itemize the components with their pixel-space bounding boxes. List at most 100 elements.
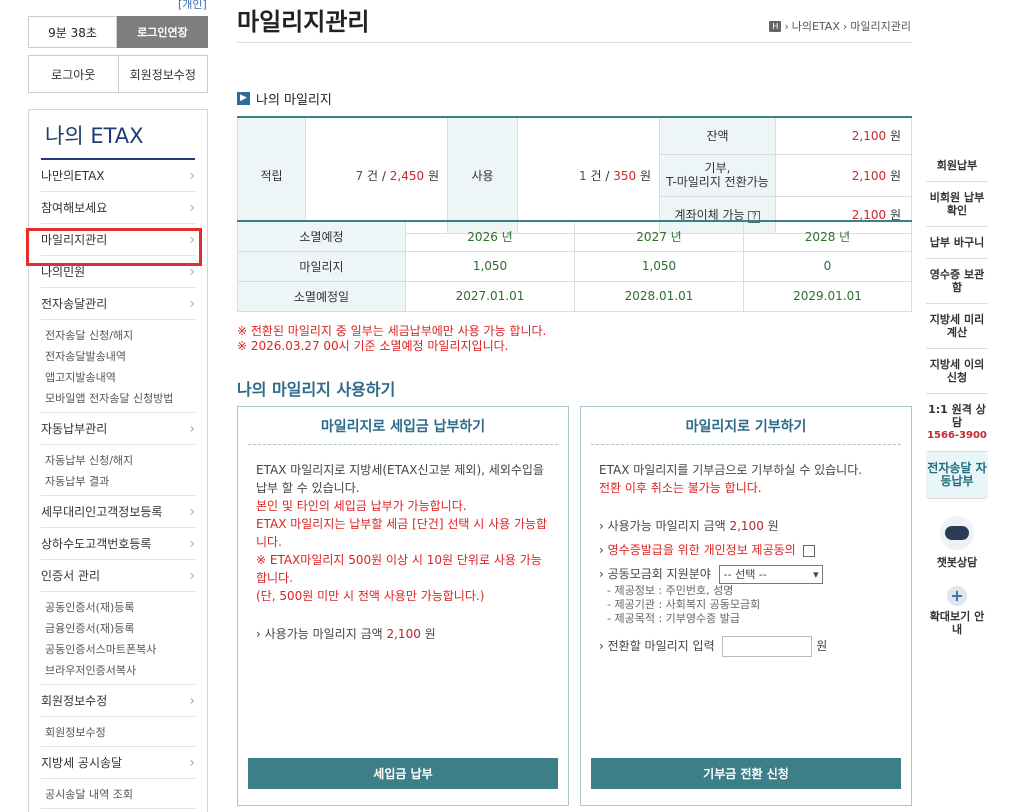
unit-count: 건	[367, 168, 379, 183]
donation-body: ETAX 마일리지를 기부금으로 기부하실 수 있습니다. 전환 이후 취소는 …	[591, 445, 901, 657]
expiry-year-label: 소멸예정	[237, 220, 406, 252]
home-icon[interactable]: H	[769, 20, 782, 32]
sidebar-item-certificate[interactable]: 인증서 관리 ›	[41, 560, 195, 592]
quick-zoom-guide[interactable]: + 확대보기 안내	[926, 586, 988, 645]
donation-title: 마일리지로 기부하기	[591, 407, 901, 445]
sidebar-submenu-auto-pay: 자동납부 신청/해지 자동납부 결과	[41, 445, 195, 496]
sidebar-item-participate[interactable]: 참여해보세요 ›	[41, 192, 195, 224]
sidebar-item-water-customer[interactable]: 상하수도고객번호등록 ›	[41, 528, 195, 560]
field-select-value: -- 선택 --	[723, 568, 767, 581]
chevron-right-icon: ›	[189, 199, 195, 216]
sidebar-item-auto-pay[interactable]: 자동납부관리 ›	[41, 413, 195, 445]
sidebar-submenu-certificate: 공동인증서(재)등록 금융인증서(재)등록 공동인증서스마트폰복사 브라우저인증…	[41, 592, 195, 685]
chevron-right-icon: ›	[189, 420, 195, 437]
donation-desc: 전환 이후 취소는 불가능 합니다.	[599, 481, 762, 495]
available-label: 사용가능 마일리지 금액	[607, 519, 726, 533]
sidebar-item-tax-agent[interactable]: 세무대리인고객정보등록 ›	[41, 496, 195, 528]
title-divider	[237, 42, 912, 43]
donation-box: 마일리지로 기부하기 ETAX 마일리지를 기부금으로 기부하실 수 있습니다.…	[580, 406, 912, 806]
available-label: 사용가능 마일리지 금액	[264, 627, 383, 641]
unit-count: 건	[590, 168, 602, 183]
sidebar-item-complaints[interactable]: 나의민원 ›	[41, 256, 195, 288]
donation-apply-button[interactable]: 기부금 전환 신청	[591, 758, 901, 789]
sidebar-submenu-e-delivery: 전자송달 신청/해지 전자송달발송내역 앱고지발송내역 모바일앱 전자송달 신청…	[41, 320, 195, 413]
sidebar-item-e-delivery[interactable]: 전자송달관리 ›	[41, 288, 195, 320]
convert-label: 전환할 마일리지 입력	[607, 639, 715, 653]
quick-ebill-autopay[interactable]: 전자송달 자동납부	[926, 452, 988, 499]
sidebar-item-label: 나의민원	[41, 265, 86, 279]
quick-menu: 회원납부 비회원 납부확인 납부 바구니 영수증 보관함 지방세 미리계산 지방…	[926, 150, 988, 645]
tax-available-amount: 사용가능 마일리지 금액 2,100 원	[256, 625, 550, 643]
quick-pay-basket[interactable]: 납부 바구니	[926, 227, 988, 259]
unit-won: 원	[816, 639, 828, 653]
expiry-amount: 1,050	[574, 250, 744, 282]
use-count: 1	[579, 168, 587, 183]
quick-chatbot[interactable]: 챗봇상담	[926, 499, 988, 578]
tax-pay-button[interactable]: 세입금 납부	[248, 758, 558, 789]
expiry-date: 2027.01.01	[405, 280, 575, 312]
sidebar-subitem[interactable]: 앱고지발송내역	[45, 366, 195, 387]
quick-nonmember-check[interactable]: 비회원 납부확인	[926, 182, 988, 227]
login-extend-button[interactable]: 로그인연장	[117, 16, 208, 48]
unit-won: 원	[427, 168, 439, 183]
breadcrumb-separator-icon: ›	[784, 19, 789, 33]
sidebar-subitem[interactable]: 모바일앱 전자송달 신청방법	[45, 387, 195, 408]
quick-receipt-box[interactable]: 영수증 보관함	[926, 259, 988, 304]
use-value: 1 건 / 350 원	[517, 116, 660, 234]
note-line: ※ 전환된 마일리지 중 일부는 세금납부에만 사용 가능 합니다.	[237, 324, 547, 338]
chevron-right-icon: ›	[189, 692, 195, 709]
expiry-date: 2028.01.01	[574, 280, 744, 312]
quick-remote-consult[interactable]: 1:1 원격 상담 1566-3900	[926, 394, 988, 452]
sidebar-item-public-notice[interactable]: 지방세 공시송달 ›	[41, 747, 195, 779]
personal-tag: [개인]	[178, 0, 207, 11]
breadcrumb-item[interactable]: 나의ETAX	[792, 18, 840, 34]
logout-button[interactable]: 로그아웃	[28, 55, 119, 93]
sidebar-subitem[interactable]: 자동납부 신청/해지	[45, 449, 195, 470]
tax-desc: ETAX 마일리지로 지방세(ETAX신고분 제외), 세외수입을 납부 할 수…	[256, 463, 544, 495]
session-bar: 9분 38초 로그인연장	[28, 16, 208, 48]
session-timer: 9분 38초	[28, 16, 117, 48]
quick-member-pay[interactable]: 회원납부	[926, 150, 988, 182]
separator: /	[381, 168, 386, 183]
quick-tax-calc[interactable]: 지방세 미리계산	[926, 304, 988, 349]
sidebar-subitem[interactable]: 공동인증서(재)등록	[45, 596, 195, 617]
note-line: ※ 2026.03.27 00시 기준 소멸예정 마일리지입니다.	[237, 339, 509, 353]
consent-checkbox[interactable]	[802, 544, 815, 557]
tax-desc: 본인 및 타인의 세입금 납부가 가능합니다.	[256, 499, 467, 513]
sidebar-subitem[interactable]: 브라우저인증서복사	[45, 659, 195, 680]
field-select[interactable]: -- 선택 -- ▾	[718, 565, 823, 584]
section-title-text: 나의 마일리지	[256, 93, 332, 108]
sidebar-item-label: 상하수도고객번호등록	[41, 537, 152, 551]
field-label: 공동모금회 지원분야	[607, 567, 711, 581]
sidebar-item-label: 전자송달관리	[41, 297, 108, 311]
arrow-box-icon: ▶	[237, 92, 250, 105]
breadcrumb-separator-icon: ›	[842, 19, 848, 33]
chevron-right-icon: ›	[189, 167, 195, 184]
sidebar-item-label: 나만의ETAX	[41, 169, 105, 183]
tax-payment-title: 마일리지로 세입금 납부하기	[248, 407, 558, 445]
sidebar-item-mileage[interactable]: 마일리지관리 ›	[41, 224, 195, 256]
sidebar-subitem[interactable]: 금융인증서(재)등록	[45, 617, 195, 638]
expiry-date-label: 소멸예정일	[237, 280, 406, 312]
sidebar-subitem[interactable]: 공동인증서스마트폰복사	[45, 638, 195, 659]
available-amount: 2,100	[386, 627, 421, 641]
mileage-summary-table: 적립 7 건 / 2,450 원 사용 1 건 / 350 원 잔액 2,100…	[237, 116, 912, 234]
earn-count: 7	[355, 168, 364, 183]
consult-phone: 1566-3900	[927, 430, 987, 441]
quick-objection[interactable]: 지방세 이의신청	[926, 349, 988, 394]
account-buttons: 로그아웃 회원정보수정	[28, 55, 208, 93]
earn-value: 7 건 / 2,450 원	[305, 116, 448, 234]
sidebar-subitem[interactable]: 회원정보수정	[45, 721, 195, 742]
profile-edit-button[interactable]: 회원정보수정	[118, 55, 208, 93]
left-navigation: 나의 ETAX 나만의ETAX › 참여해보세요 › 마일리지관리 › 나의민원 › 전…	[28, 109, 208, 812]
sidebar-subitem[interactable]: 자동납부 결과	[45, 470, 195, 491]
sidebar-item-member-info[interactable]: 회원정보수정 ›	[41, 685, 195, 717]
sidebar-subitem[interactable]: 전자송달발송내역	[45, 345, 195, 366]
sidebar-subitem[interactable]: 전자송달 신청/해지	[45, 324, 195, 345]
sidebar-item-label: 자동납부관리	[41, 422, 108, 436]
sidebar-item-my-etax[interactable]: 나만의ETAX ›	[41, 160, 195, 192]
sidebar-subitem[interactable]: 공시송달 내역 조회	[45, 783, 195, 804]
convert-amount-input[interactable]	[722, 636, 813, 657]
chevron-right-icon: ›	[189, 754, 195, 771]
donate-amount: 2,100	[851, 168, 887, 183]
